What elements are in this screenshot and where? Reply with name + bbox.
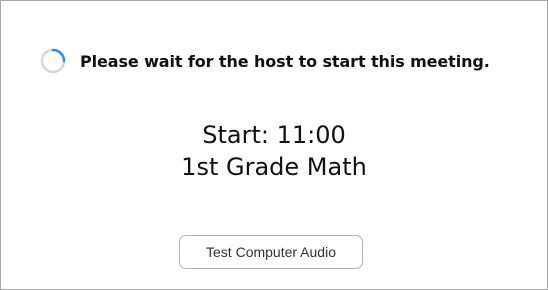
waiting-message: Please wait for the host to start this m… — [80, 51, 490, 71]
meeting-info: Start: 11:00 1st Grade Math — [1, 119, 547, 183]
meeting-topic: 1st Grade Math — [181, 153, 367, 181]
test-computer-audio-button[interactable]: Test Computer Audio — [179, 235, 363, 269]
waiting-status: Please wait for the host to start this m… — [40, 47, 490, 75]
meeting-start-time: Start: 11:00 — [202, 121, 346, 149]
waiting-room-window: Please wait for the host to start this m… — [0, 0, 548, 290]
loading-spinner-icon — [40, 48, 66, 74]
